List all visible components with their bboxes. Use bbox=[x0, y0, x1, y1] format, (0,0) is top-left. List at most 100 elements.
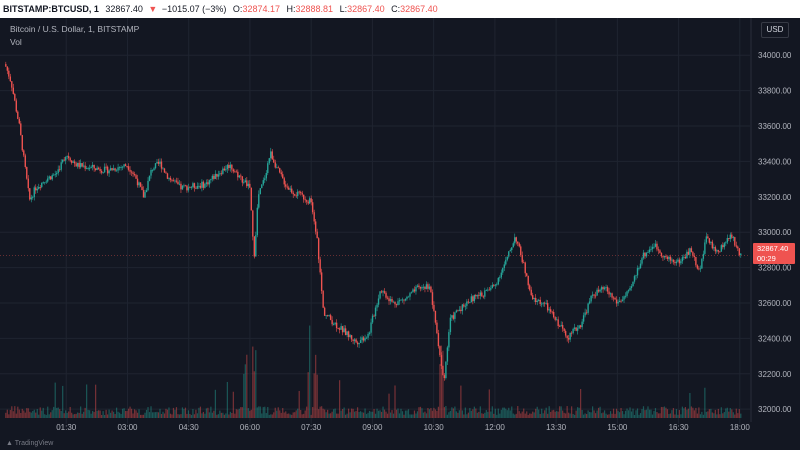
candle-body bbox=[512, 243, 514, 248]
candle-body bbox=[543, 302, 546, 304]
volume-bar bbox=[373, 408, 375, 418]
candle-body bbox=[364, 338, 366, 341]
candle-body bbox=[448, 332, 450, 348]
candle-body bbox=[367, 333, 369, 338]
candle-body bbox=[124, 164, 127, 167]
time-axis[interactable]: 01:30 03:00 04:30 06:00 07:30 09:00 10:30 12:00… bbox=[56, 423, 750, 432]
volume-bar bbox=[306, 406, 308, 418]
y-tick-label: 33400.00 bbox=[758, 157, 792, 166]
volume-bar bbox=[193, 414, 196, 418]
volume-bar bbox=[392, 413, 395, 418]
volume-bar bbox=[135, 410, 137, 418]
candle-body bbox=[298, 191, 300, 193]
volume-bar bbox=[196, 413, 199, 418]
x-tick-label: 07:30 bbox=[301, 423, 322, 432]
volume-bar bbox=[24, 412, 26, 418]
candle-body bbox=[270, 151, 272, 159]
volume-bar bbox=[207, 407, 209, 418]
price-axis[interactable]: 34000.00 33800.00 33600.00 33400.00 33200.00… bbox=[750, 18, 792, 422]
x-tick-label: 12:00 bbox=[485, 423, 506, 432]
volume-bar bbox=[455, 411, 457, 418]
volume-bar bbox=[638, 414, 640, 418]
volume-bar bbox=[92, 410, 94, 418]
x-tick-label: 03:00 bbox=[117, 423, 138, 432]
candle-body bbox=[371, 315, 374, 323]
volume-bar bbox=[593, 410, 595, 418]
symbol-name[interactable]: BITSTAMP:BTCUSD, 1 bbox=[0, 0, 99, 18]
candle-body bbox=[11, 81, 13, 88]
candle-body bbox=[490, 288, 492, 290]
candle-body bbox=[704, 242, 706, 254]
volume-bar bbox=[597, 407, 600, 418]
candle-body bbox=[117, 167, 119, 171]
candle-body bbox=[235, 171, 238, 173]
volume-bar bbox=[264, 406, 266, 418]
volume-bar bbox=[484, 412, 486, 418]
candle-body bbox=[103, 166, 106, 173]
volume-bar bbox=[400, 408, 402, 418]
legend-vol[interactable]: Vol bbox=[10, 37, 139, 47]
volume-bar bbox=[77, 412, 79, 418]
volume-bar bbox=[190, 414, 193, 418]
volume-bar bbox=[307, 372, 309, 418]
close-label: C: bbox=[391, 4, 401, 14]
volume-bar bbox=[138, 409, 140, 418]
volume-bar bbox=[624, 410, 627, 418]
candle-body bbox=[551, 311, 553, 313]
volume-bar bbox=[274, 407, 276, 418]
volume-bar bbox=[385, 411, 387, 418]
candle-body bbox=[259, 188, 261, 195]
volume-bar bbox=[448, 412, 450, 418]
candle-body bbox=[391, 298, 393, 302]
candle-body bbox=[433, 304, 435, 311]
candle-body bbox=[723, 243, 726, 248]
candle-body bbox=[130, 171, 133, 173]
candle-body bbox=[84, 165, 86, 169]
candle-body bbox=[320, 272, 323, 292]
candle-body bbox=[23, 150, 25, 156]
volume-bar bbox=[591, 406, 594, 418]
tradingview-logo[interactable]: ▲ TradingView bbox=[6, 440, 53, 447]
candle-body bbox=[323, 307, 326, 316]
volume-bar bbox=[285, 411, 287, 418]
candle-body bbox=[228, 165, 230, 169]
candle-body bbox=[560, 325, 562, 327]
candle-body bbox=[171, 179, 173, 181]
candle-body bbox=[24, 155, 26, 167]
volume-bar bbox=[117, 411, 119, 418]
candle-body bbox=[689, 248, 691, 255]
candle-body bbox=[183, 185, 185, 187]
volume-bar bbox=[738, 409, 740, 418]
candle-body bbox=[347, 331, 350, 337]
volume-bar bbox=[615, 408, 618, 418]
volume-bar bbox=[187, 410, 190, 418]
volume-bar bbox=[572, 414, 574, 418]
volume-bar bbox=[479, 406, 481, 418]
tradingview-logo-icon: ▲ bbox=[6, 440, 13, 447]
candle-body bbox=[659, 250, 661, 253]
candle-body bbox=[361, 337, 363, 341]
volume-bar bbox=[621, 411, 624, 418]
volume-bar bbox=[500, 409, 502, 418]
candle-body bbox=[157, 161, 160, 164]
candle-body bbox=[118, 167, 121, 169]
candle-body bbox=[359, 340, 362, 343]
candle-body bbox=[602, 287, 604, 290]
volume-bar bbox=[163, 413, 166, 418]
volume-bar bbox=[195, 409, 197, 418]
candle-body bbox=[135, 175, 137, 179]
volume-bar bbox=[95, 384, 97, 418]
price-chart[interactable]: 34000.00 33800.00 33600.00 33400.00 33200.00… bbox=[0, 18, 800, 450]
volume-bar bbox=[461, 410, 463, 418]
volume-bar bbox=[645, 409, 648, 418]
candle-body bbox=[668, 256, 670, 259]
volume-bar bbox=[379, 410, 381, 418]
volume-bar bbox=[358, 412, 360, 418]
candle-body bbox=[69, 158, 71, 161]
candle-body bbox=[108, 170, 110, 174]
candle-body bbox=[455, 310, 458, 313]
candle-body bbox=[395, 304, 398, 306]
candle-body bbox=[249, 183, 251, 188]
currency-button[interactable]: USD bbox=[761, 22, 789, 38]
volume-bar bbox=[454, 406, 456, 418]
